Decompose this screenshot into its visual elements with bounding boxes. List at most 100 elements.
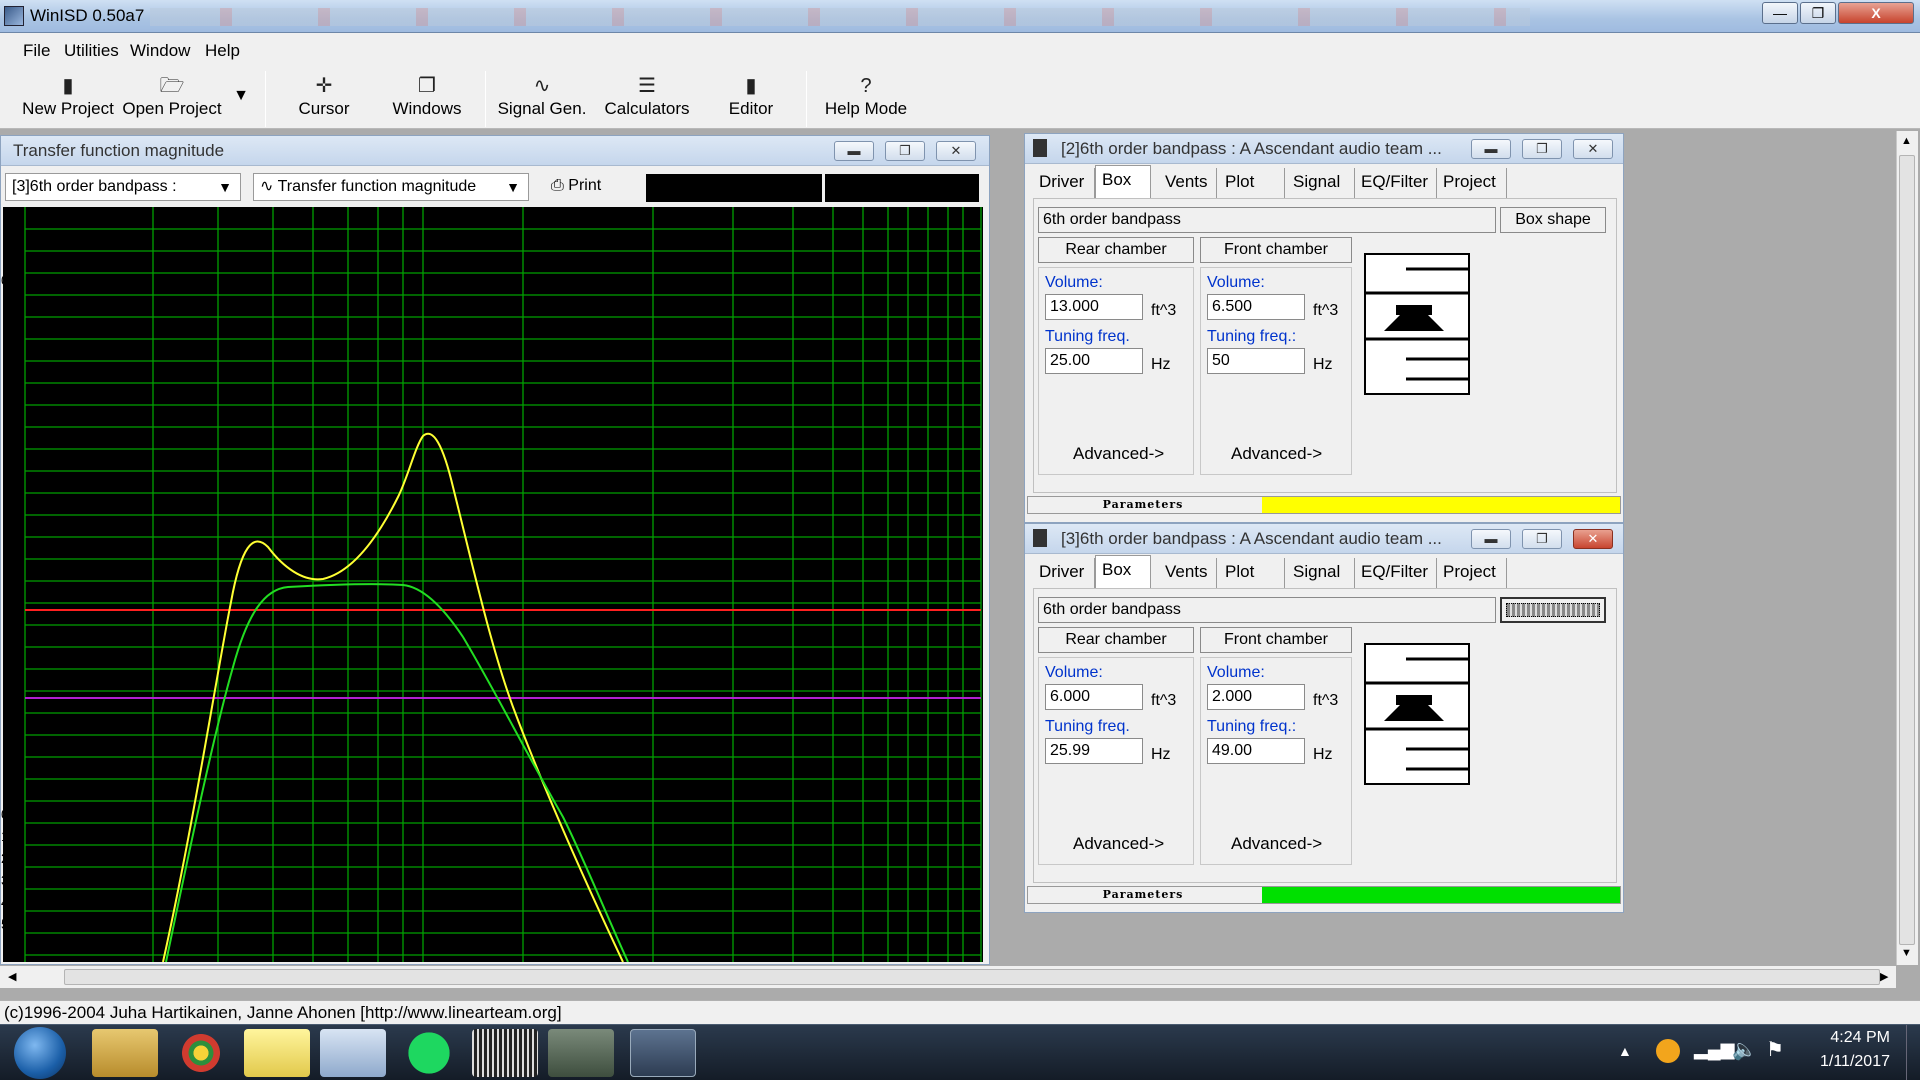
open-project-button[interactable]: 🗁 Open Project [122,73,222,127]
box-type-field[interactable]: 6th order bandpass [1038,597,1496,623]
tray-app-icon[interactable] [1656,1039,1680,1063]
box-3-close-button[interactable]: ✕ [1573,529,1613,549]
tab-plot[interactable]: Plot [1219,168,1285,198]
graph-toolbar: [3]6th order bandpass : ▼ ∿ Transfer fun… [1,170,989,206]
tab-signal[interactable]: Signal [1287,558,1355,588]
front-chamber-button[interactable]: Front chamber [1200,237,1352,263]
rear-advanced-button[interactable]: Advanced-> [1073,444,1164,464]
front-volume-input[interactable]: 2.000 [1207,684,1305,710]
box-2-maximize-button[interactable]: ❐ [1522,139,1562,159]
plot-area[interactable] [3,207,983,963]
app-icon [4,6,24,26]
calculator-taskbar-icon[interactable] [320,1029,386,1077]
show-hidden-icons-icon[interactable]: ▲ [1618,1043,1632,1059]
print-button[interactable]: ⎙ Print [545,173,635,201]
show-desktop-button[interactable] [1906,1025,1920,1080]
scroll-left-icon[interactable]: ◀ [8,970,16,983]
box-window-2-title-bar: [2]6th order bandpass : A Ascendant audi… [1025,134,1623,164]
signal-gen-button[interactable]: ∿ Signal Gen. [496,73,588,127]
app-taskbar-icon[interactable] [548,1029,614,1077]
winisd-taskbar-icon-active[interactable] [630,1029,696,1077]
box-shape-button[interactable]: Box shape [1500,207,1606,233]
box-2-close-button[interactable]: ✕ [1573,139,1613,159]
calculators-button[interactable]: ☰ Calculators [602,73,692,127]
spotify-taskbar-icon[interactable] [396,1029,462,1077]
tab-box[interactable]: Box [1095,165,1151,198]
chrome-taskbar-icon[interactable] [168,1029,234,1077]
tab-driver[interactable]: Driver [1033,168,1095,198]
tab-driver[interactable]: Driver [1033,558,1095,588]
scroll-down-icon[interactable]: ▼ [1901,947,1912,959]
menu-utilities[interactable]: Utilities [64,41,119,61]
graph-window-title-bar: Transfer function magnitude ▬ ❐ ✕ [1,136,989,166]
windows-taskbar: ▲ ▂▄▆ 🔈 ⚑ 4:24 PM 1/11/2017 [0,1024,1920,1080]
tab-project[interactable]: Project [1437,168,1507,198]
tab-eq-filter[interactable]: EQ/Filter [1355,558,1437,588]
front-advanced-button[interactable]: Advanced-> [1231,444,1322,464]
box-window-3-title: [3]6th order bandpass : A Ascendant audi… [1061,529,1442,548]
tab-box[interactable]: Box [1095,555,1151,588]
menu-window[interactable]: Window [130,41,190,61]
tab-eq-filter[interactable]: EQ/Filter [1355,168,1437,198]
clock-time[interactable]: 4:24 PM [1800,1029,1890,1047]
rear-chamber-button[interactable]: Rear chamber [1038,627,1194,653]
maximize-button[interactable]: ❐ [1800,2,1836,24]
scroll-up-icon[interactable]: ▲ [1901,135,1912,147]
rear-tuning-input[interactable]: 25.99 [1045,738,1143,764]
explorer-taskbar-icon[interactable] [92,1029,158,1077]
scroll-thumb[interactable] [64,969,1880,985]
tab-plot[interactable]: Plot [1219,558,1285,588]
scroll-thumb[interactable] [1899,155,1915,945]
audio-editor-taskbar-icon[interactable] [472,1029,538,1077]
menu-help[interactable]: Help [205,41,240,61]
readout-box-1 [646,174,822,202]
chevron-down-icon: ▼ [233,87,249,104]
rear-tuning-input[interactable]: 25.00 [1045,348,1143,374]
volume-icon[interactable]: 🔈 [1732,1037,1757,1062]
box-window-project-3: [3]6th order bandpass : A Ascendant audi… [1024,523,1624,913]
tab-signal[interactable]: Signal [1287,168,1355,198]
box-3-minimize-button[interactable]: ▬ [1471,529,1511,549]
box-type-field[interactable]: 6th order bandpass [1038,207,1496,233]
editor-button[interactable]: ▮ Editor [710,73,792,127]
rear-volume-input[interactable]: 13.000 [1045,294,1143,320]
box-shape-button-focused[interactable] [1500,597,1606,623]
tab-project[interactable]: Project [1437,558,1507,588]
rear-chamber-button[interactable]: Rear chamber [1038,237,1194,263]
cursor-button[interactable]: ✛ Cursor [282,73,366,127]
close-button[interactable]: X [1838,2,1914,24]
menu-file[interactable]: File [23,41,50,61]
network-signal-icon[interactable]: ▂▄▆ [1694,1039,1734,1060]
sticky-notes-taskbar-icon[interactable] [244,1029,310,1077]
front-chamber-button[interactable]: Front chamber [1200,627,1352,653]
plot-svg [24,207,982,963]
start-button[interactable] [14,1027,66,1079]
front-tuning-input[interactable]: 50 [1207,348,1305,374]
graph-type-select[interactable]: ∿ Transfer function magnitude ▼ [253,173,529,201]
box-3-maximize-button[interactable]: ❐ [1522,529,1562,549]
clock-date[interactable]: 1/11/2017 [1800,1053,1890,1071]
box-2-minimize-button[interactable]: ▬ [1471,139,1511,159]
front-tuning-input[interactable]: 49.00 [1207,738,1305,764]
project-select[interactable]: [3]6th order bandpass : ▼ [5,173,241,201]
front-advanced-button[interactable]: Advanced-> [1231,834,1322,854]
rear-volume-input[interactable]: 6.000 [1045,684,1143,710]
vertical-scrollbar[interactable]: ▲ ▼ [1896,131,1918,965]
tab-vents[interactable]: Vents [1159,558,1217,588]
horizontal-scrollbar[interactable]: ◀ ▶ [0,966,1896,988]
front-volume-input[interactable]: 6.500 [1207,294,1305,320]
graph-maximize-button[interactable]: ❐ [885,141,925,161]
scroll-right-icon[interactable]: ▶ [1880,970,1888,983]
windows-button[interactable]: ❐ Windows [385,73,469,127]
new-project-button[interactable]: ▮ New Project [18,73,118,127]
action-center-flag-icon[interactable]: ⚑ [1766,1037,1784,1062]
minimize-button[interactable]: — [1762,2,1798,24]
sliders-icon: ☰ [638,75,656,97]
document-icon [1033,529,1047,547]
graph-close-button[interactable]: ✕ [936,141,976,161]
volume-unit: ft^3 [1313,302,1339,319]
graph-minimize-button[interactable]: ▬ [834,141,874,161]
tab-vents[interactable]: Vents [1159,168,1217,198]
help-mode-button[interactable]: ? Help Mode [818,73,914,127]
rear-advanced-button[interactable]: Advanced-> [1073,834,1164,854]
